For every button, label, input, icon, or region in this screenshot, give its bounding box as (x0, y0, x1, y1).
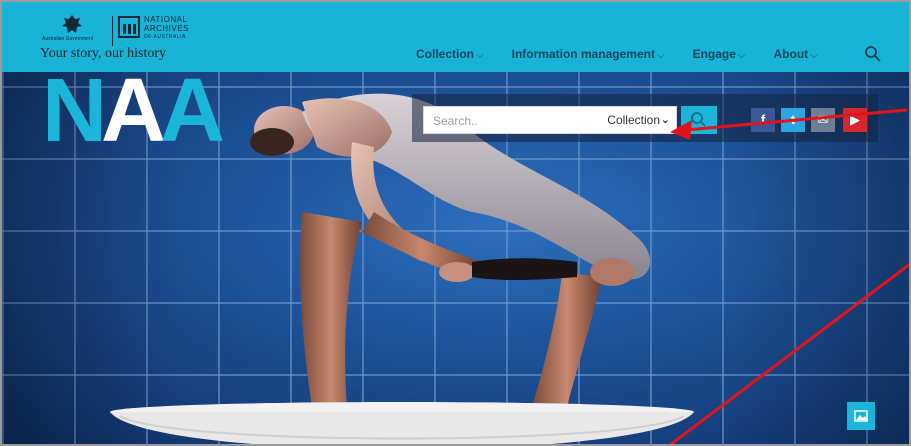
government-label: Australian Government (42, 36, 94, 42)
site-tagline: Your story, our history (40, 46, 167, 61)
chevron-down-icon[interactable]: ⌄ (661, 113, 670, 126)
archives-building-icon (118, 16, 140, 38)
search-button[interactable] (681, 106, 717, 134)
email-icon[interactable]: ✉ (811, 108, 835, 132)
search-icon[interactable] (864, 45, 882, 63)
image-icon (854, 410, 868, 422)
archives-name-line-3: OF AUSTRALIA (144, 34, 186, 40)
search-placeholder: Search.. (433, 114, 478, 128)
archives-name-line-2: ARCHIVES (144, 24, 189, 33)
browser-frame: Australian Government NATIONAL ARCHIVES … (0, 0, 911, 446)
facebook-icon[interactable]: f (751, 108, 775, 132)
nav-item-label: Engage (692, 47, 736, 61)
nav-item-information-management[interactable]: Information management ⌵ (512, 47, 665, 61)
image-info-button[interactable] (847, 402, 875, 430)
nav-item-engage[interactable]: Engage ⌵ (693, 47, 746, 61)
chevron-down-icon: ⌵ (737, 50, 746, 61)
search-input[interactable]: Search.. Collection ⌄ (423, 106, 677, 134)
bathtub-image (110, 402, 694, 444)
main-nav: Collection ⌵ Information management ⌵ Enga… (416, 47, 846, 61)
nav-item-about[interactable]: About ⌵ (774, 47, 818, 61)
hero-banner: NAA Search.. Collection ⌄ f t ✉ ▶ (2, 72, 909, 444)
chevron-down-icon: ⌵ (656, 50, 665, 61)
archives-name-line-1: NATIONAL (144, 15, 188, 24)
search-icon (691, 112, 706, 127)
youtube-icon[interactable]: ▶ (843, 108, 867, 132)
nav-item-collection[interactable]: Collection ⌵ (416, 47, 484, 61)
chevron-down-icon: ⌵ (810, 50, 818, 61)
coat-of-arms-icon (62, 15, 82, 33)
site-header: Australian Government NATIONAL ARCHIVES … (2, 2, 909, 72)
brand-divider (112, 16, 113, 46)
nav-item-label: About (773, 47, 809, 61)
archives-name: NATIONAL ARCHIVES OF AUSTRALIA (144, 15, 189, 42)
nav-item-label: Information management (511, 47, 655, 61)
brand-lockup[interactable]: Australian Government NATIONAL ARCHIVES … (40, 12, 200, 64)
search-scope-select[interactable]: Collection (607, 113, 660, 127)
twitter-icon[interactable]: t (781, 108, 805, 132)
chevron-down-icon: ⌵ (476, 50, 484, 61)
nav-item-label: Collection (416, 47, 475, 61)
